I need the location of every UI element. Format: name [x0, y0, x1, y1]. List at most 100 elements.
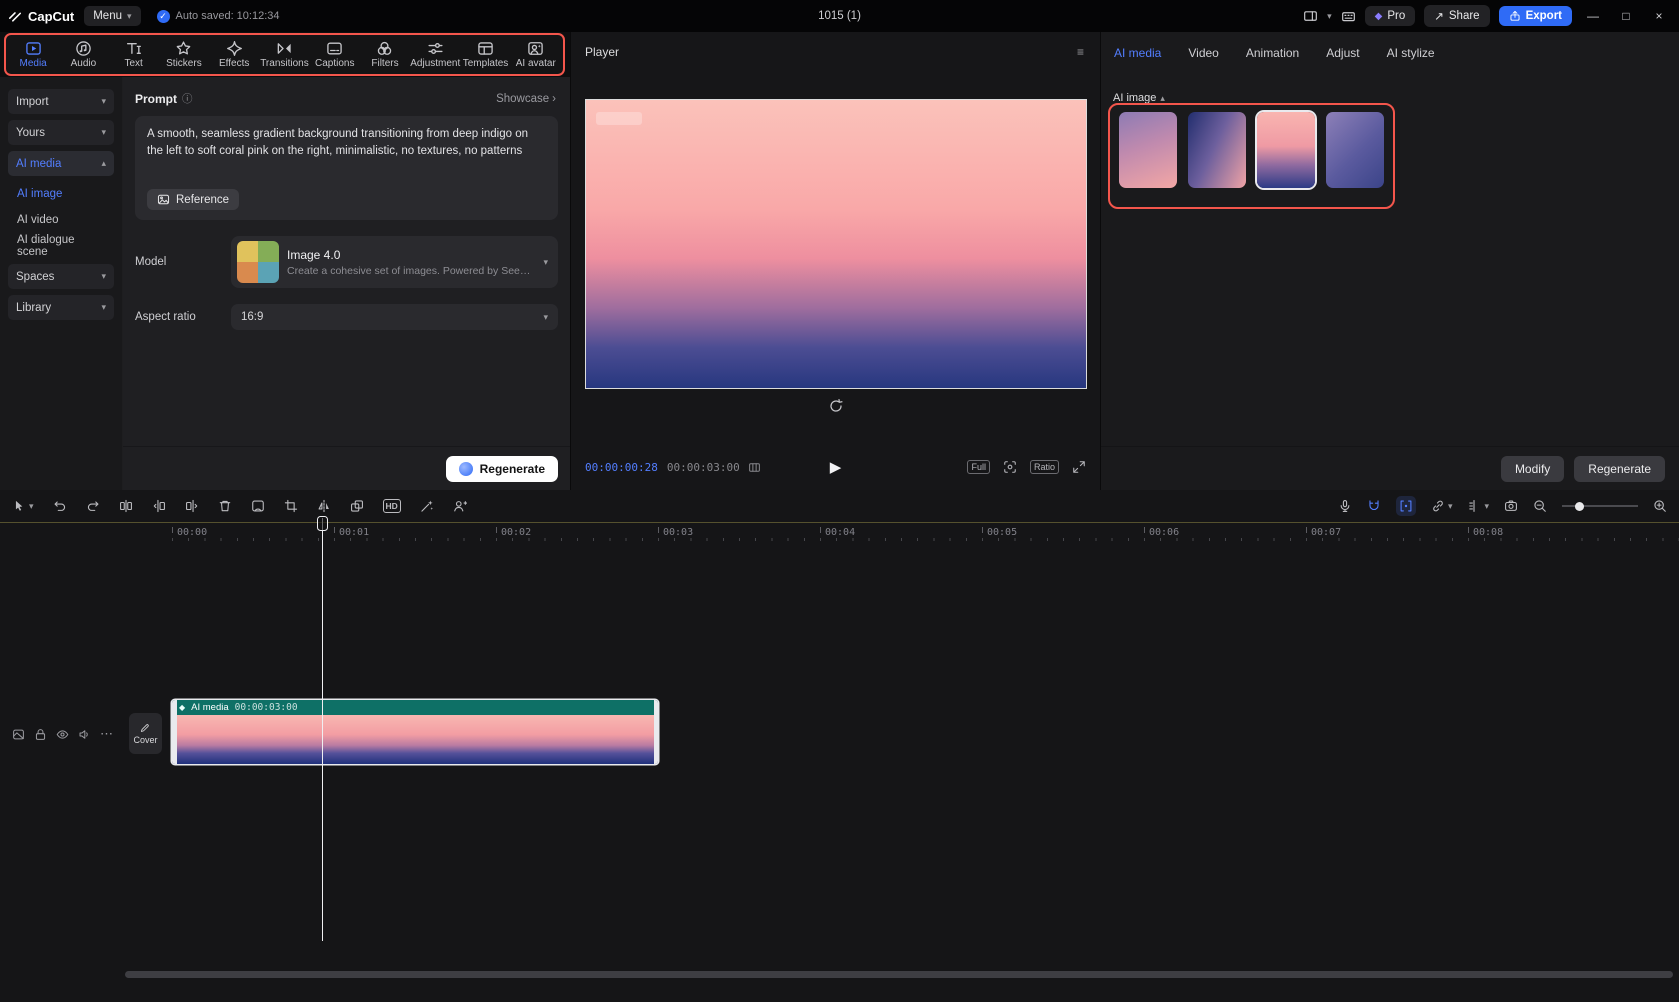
ruler-label: 00:02: [501, 527, 532, 538]
horizontal-scrollbar[interactable]: [125, 971, 1673, 978]
tab-adjustment[interactable]: Adjustment: [410, 35, 460, 74]
trim-right-icon[interactable]: [185, 499, 199, 513]
tab-animation[interactable]: Animation: [1246, 46, 1299, 60]
play-button[interactable]: ▶: [830, 458, 842, 476]
chevron-down-icon: ▾: [101, 127, 106, 137]
regenerate-button-panel[interactable]: Regenerate: [1574, 455, 1665, 482]
cover-button[interactable]: Cover: [129, 713, 162, 754]
zoom-slider-handle[interactable]: [1575, 501, 1584, 511]
preview-axis-icon[interactable]: ▾: [1467, 499, 1489, 513]
regenerate-button[interactable]: Regenerate: [445, 455, 558, 482]
zoom-in-icon[interactable]: [1653, 499, 1667, 513]
sidebar-item-ai-image[interactable]: AI image: [8, 182, 114, 206]
zoom-slider[interactable]: [1562, 501, 1638, 511]
playhead-handle[interactable]: [317, 516, 328, 531]
link-icon[interactable]: ▾: [1431, 499, 1452, 513]
main-toolbar: Media Audio Text Stickers Effects Transi…: [4, 33, 565, 76]
add-person-icon[interactable]: [453, 499, 467, 513]
tab-transitions[interactable]: Transitions: [259, 35, 309, 74]
tab-adjust[interactable]: Adjust: [1326, 46, 1359, 60]
focus-icon[interactable]: [1003, 460, 1017, 474]
sidebar-item-ai-dialogue-scene[interactable]: AI dialogue scene: [8, 234, 114, 258]
panel-layout-icon[interactable]: [1303, 9, 1318, 24]
more-options-icon[interactable]: ⋯: [100, 726, 113, 742]
tab-templates[interactable]: Templates: [460, 35, 510, 74]
player-menu-icon[interactable]: ≡: [1077, 45, 1084, 59]
close-button[interactable]: ×: [1647, 9, 1671, 23]
templates-icon: [477, 40, 494, 57]
mirror-icon[interactable]: [317, 499, 331, 513]
tab-stickers[interactable]: Stickers: [159, 35, 209, 74]
model-select[interactable]: Image 4.0 Create a cohesive set of image…: [231, 236, 558, 288]
tab-ai-avatar[interactable]: AI avatar: [511, 35, 561, 74]
split-icon[interactable]: [119, 499, 133, 513]
lock-icon[interactable]: [34, 728, 47, 741]
tab-ai-stylize[interactable]: AI stylize: [1387, 46, 1435, 60]
snap-icon[interactable]: [1395, 496, 1416, 516]
eye-icon[interactable]: [56, 728, 69, 741]
tab-text[interactable]: Text: [109, 35, 159, 74]
sidebar-item-library[interactable]: Library ▾: [8, 295, 114, 320]
media-icon: [25, 40, 42, 57]
keyboard-shortcuts-icon[interactable]: [1341, 9, 1356, 24]
timeline-ruler[interactable]: 00:00 00:01 00:02 00:03 00:04 00:05 00:0…: [0, 522, 1679, 542]
ai-image-thumb-3[interactable]: [1257, 112, 1315, 188]
trim-left-icon[interactable]: [152, 499, 166, 513]
tab-audio[interactable]: Audio: [58, 35, 108, 74]
enhance-icon[interactable]: [420, 499, 434, 513]
delete-icon[interactable]: [218, 499, 232, 513]
menu-button[interactable]: Menu ▾: [84, 6, 141, 26]
smart-hd-button[interactable]: HD: [382, 499, 401, 513]
screenshot-icon[interactable]: [1504, 499, 1518, 513]
chevron-down-icon: ▾: [127, 10, 132, 21]
timeline-clip-ai-media[interactable]: ◆ AI media 00:00:03:00: [172, 700, 658, 764]
track-thumbnail-icon[interactable]: [12, 728, 25, 741]
crop-icon[interactable]: [284, 499, 298, 513]
tab-ai-media[interactable]: AI media: [1114, 46, 1161, 60]
tab-captions[interactable]: Captions: [310, 35, 360, 74]
chevron-down-icon: ▾: [1484, 500, 1489, 511]
tab-filters[interactable]: Filters: [360, 35, 410, 74]
ruler-label: 00:06: [1149, 527, 1180, 538]
sidebar-item-ai-video[interactable]: AI video: [8, 208, 114, 232]
tab-effects[interactable]: Effects: [209, 35, 259, 74]
undo-icon[interactable]: [53, 499, 67, 513]
sidebar-item-yours[interactable]: Yours ▾: [8, 120, 114, 145]
modify-button[interactable]: Modify: [1500, 455, 1565, 482]
sidebar-item-ai-media[interactable]: AI media ▴: [8, 151, 114, 176]
showcase-link[interactable]: Showcase ›: [496, 93, 556, 105]
tab-video[interactable]: Video: [1188, 46, 1218, 60]
chevron-down-icon[interactable]: ▾: [1327, 11, 1332, 22]
ai-image-thumb-1[interactable]: [1119, 112, 1177, 188]
replace-icon[interactable]: [350, 499, 364, 513]
mic-icon[interactable]: [1338, 499, 1352, 513]
speaker-icon[interactable]: [78, 728, 91, 741]
frame-view-icon[interactable]: [748, 461, 761, 474]
preview-canvas[interactable]: [586, 100, 1086, 388]
export-button[interactable]: Export: [1498, 6, 1572, 26]
share-button[interactable]: ↗ Share: [1424, 5, 1490, 27]
redo-icon[interactable]: [86, 499, 100, 513]
sidebar-item-import[interactable]: Import ▾: [8, 89, 114, 114]
ratio-badge[interactable]: Ratio: [1029, 460, 1059, 474]
zoom-out-icon[interactable]: [1533, 499, 1547, 513]
full-quality-badge[interactable]: Full: [967, 460, 990, 474]
prompt-input[interactable]: A smooth, seamless gradient background t…: [135, 116, 558, 220]
tab-media[interactable]: Media: [8, 35, 58, 74]
ai-image-thumb-2[interactable]: [1188, 112, 1246, 188]
playhead[interactable]: [322, 518, 323, 941]
pro-button[interactable]: ◆ Pro: [1364, 6, 1416, 26]
maximize-button[interactable]: □: [1614, 9, 1638, 23]
fullscreen-icon[interactable]: [1072, 460, 1086, 474]
ai-image-thumb-4[interactable]: [1326, 112, 1384, 188]
rotate-icon[interactable]: [828, 398, 844, 414]
select-tool-icon[interactable]: ▾: [12, 499, 34, 513]
reference-image-icon: [157, 193, 170, 206]
aspect-ratio-select[interactable]: 16:9 ▾: [231, 304, 558, 330]
magnet-icon[interactable]: [1367, 499, 1381, 513]
minimize-button[interactable]: —: [1581, 9, 1605, 23]
chevron-right-icon: ›: [552, 92, 556, 105]
sidebar-item-spaces[interactable]: Spaces ▾: [8, 264, 114, 289]
mask-icon[interactable]: [251, 499, 265, 513]
reference-button[interactable]: Reference: [147, 189, 240, 210]
